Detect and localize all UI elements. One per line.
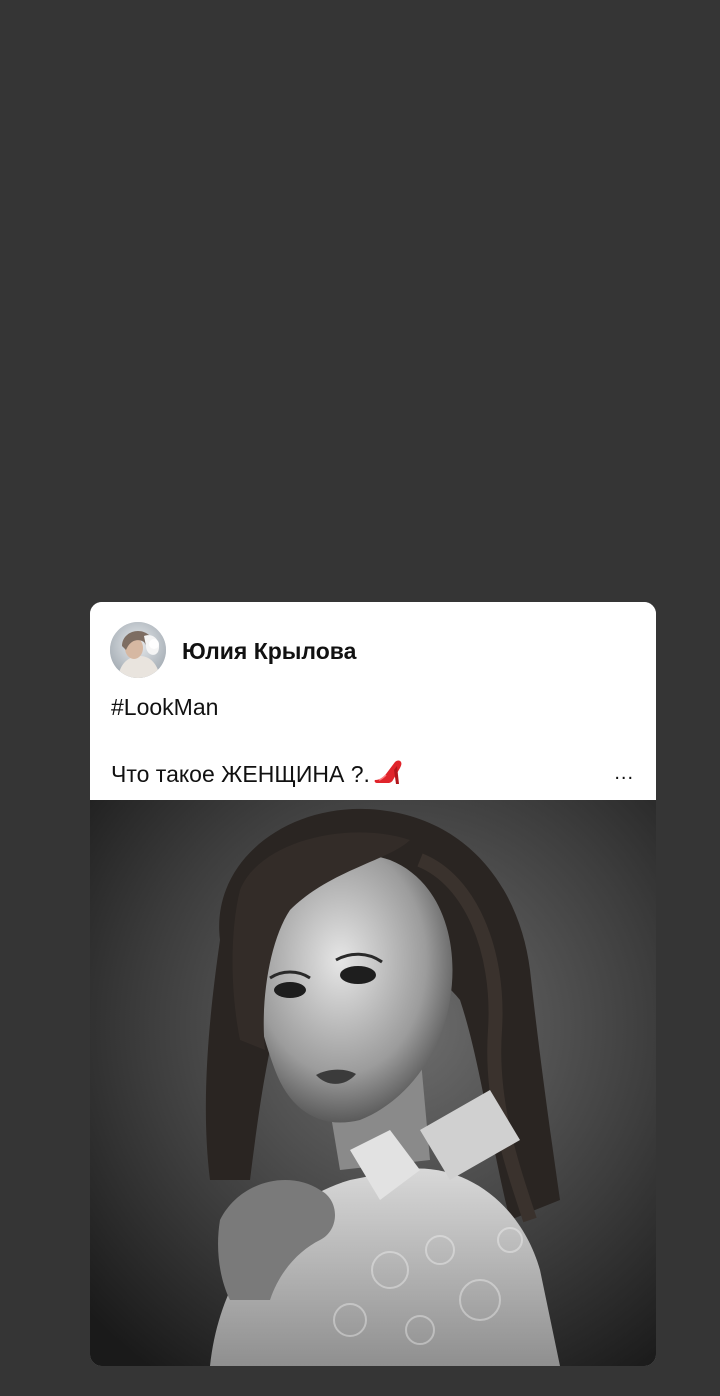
avatar-image (110, 622, 166, 678)
post-card[interactable]: Юлия Крылова #LookMan Что такое ЖЕНЩИНА … (90, 602, 656, 1366)
post-text-content: Что такое ЖЕНЩИНА ?. (111, 761, 370, 787)
hashtag-link[interactable]: #LookMan (111, 694, 218, 721)
post-photo[interactable] (90, 800, 656, 1366)
high-heel-shoe-icon (373, 758, 403, 786)
portrait-image (90, 800, 656, 1366)
author-name[interactable]: Юлия Крылова (182, 638, 356, 665)
more-button[interactable]: ... (614, 762, 634, 785)
post-text: Что такое ЖЕНЩИНА ?. (111, 758, 403, 788)
avatar[interactable] (110, 622, 166, 678)
post-header: Юлия Крылова #LookMan Что такое ЖЕНЩИНА … (90, 602, 656, 800)
